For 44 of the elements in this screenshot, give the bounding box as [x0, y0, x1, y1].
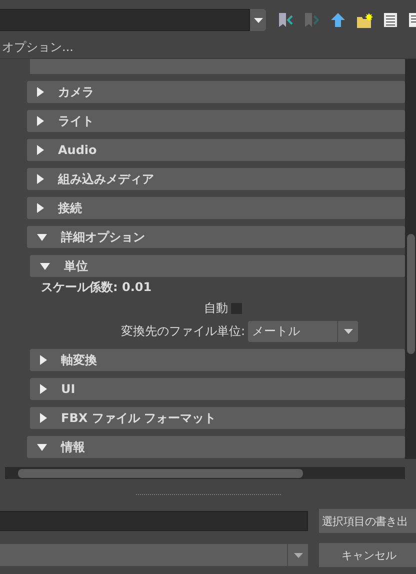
up-arrow-icon[interactable]: [330, 12, 346, 28]
expanded-arrow-icon: [37, 234, 47, 240]
scale-factor-text: スケール係数: 0.01: [40, 279, 153, 296]
section-header[interactable]: 情報: [27, 436, 405, 458]
cancel-button[interactable]: キャンセル: [319, 543, 416, 567]
list-view-icon[interactable]: [383, 12, 398, 28]
caret-icon: [294, 552, 302, 558]
vertical-scrollbar[interactable]: [405, 59, 416, 459]
new-folder-icon[interactable]: [356, 12, 373, 28]
options-label: オプション...: [2, 38, 74, 56]
collapsed-arrow-icon: [37, 174, 44, 184]
collapsed-arrow-icon: [37, 145, 44, 155]
file-name-field[interactable]: [0, 511, 308, 531]
file-unit-dropdown[interactable]: メートル: [248, 321, 358, 342]
file-unit-label: 変換先のファイル単位:: [121, 323, 246, 340]
auto-label: 自動: [204, 300, 228, 317]
section-header[interactable]: 軸変換: [30, 349, 405, 371]
section-header[interactable]: 単位: [30, 255, 405, 277]
auto-checkbox[interactable]: [231, 303, 242, 314]
section-header[interactable]: ライト: [27, 110, 405, 132]
path-dropdown-button[interactable]: [250, 9, 266, 31]
section-header[interactable]: FBX ファイル フォーマット: [30, 407, 405, 429]
expanded-arrow-icon: [37, 444, 47, 450]
section-header[interactable]: 接続: [27, 197, 405, 219]
section-header[interactable]: カメラ: [27, 81, 405, 103]
section-header[interactable]: Audio: [27, 139, 405, 161]
forward-icon[interactable]: [304, 12, 320, 28]
collapsed-arrow-icon: [37, 116, 44, 126]
collapsed-arrow-icon: [40, 384, 47, 394]
export-selection-button[interactable]: 選択項目の書き出: [319, 509, 416, 533]
collapsed-arrow-icon: [37, 87, 44, 97]
section-header[interactable]: 組み込みメディア: [27, 168, 405, 190]
collapsed-arrow-icon: [37, 203, 44, 213]
section-header[interactable]: 詳細オプション: [27, 226, 405, 248]
expanded-arrow-icon: [40, 262, 50, 270]
collapsed-arrow-icon: [40, 413, 47, 423]
horizontal-scrollbar[interactable]: [5, 467, 405, 479]
back-icon[interactable]: [278, 12, 294, 28]
path-field[interactable]: [0, 9, 250, 31]
caret-icon: [344, 329, 353, 334]
caret-icon: [254, 18, 262, 22]
detail-view-icon[interactable]: [408, 12, 416, 28]
section-header[interactable]: UI: [30, 378, 405, 400]
collapsed-arrow-icon: [40, 355, 47, 365]
